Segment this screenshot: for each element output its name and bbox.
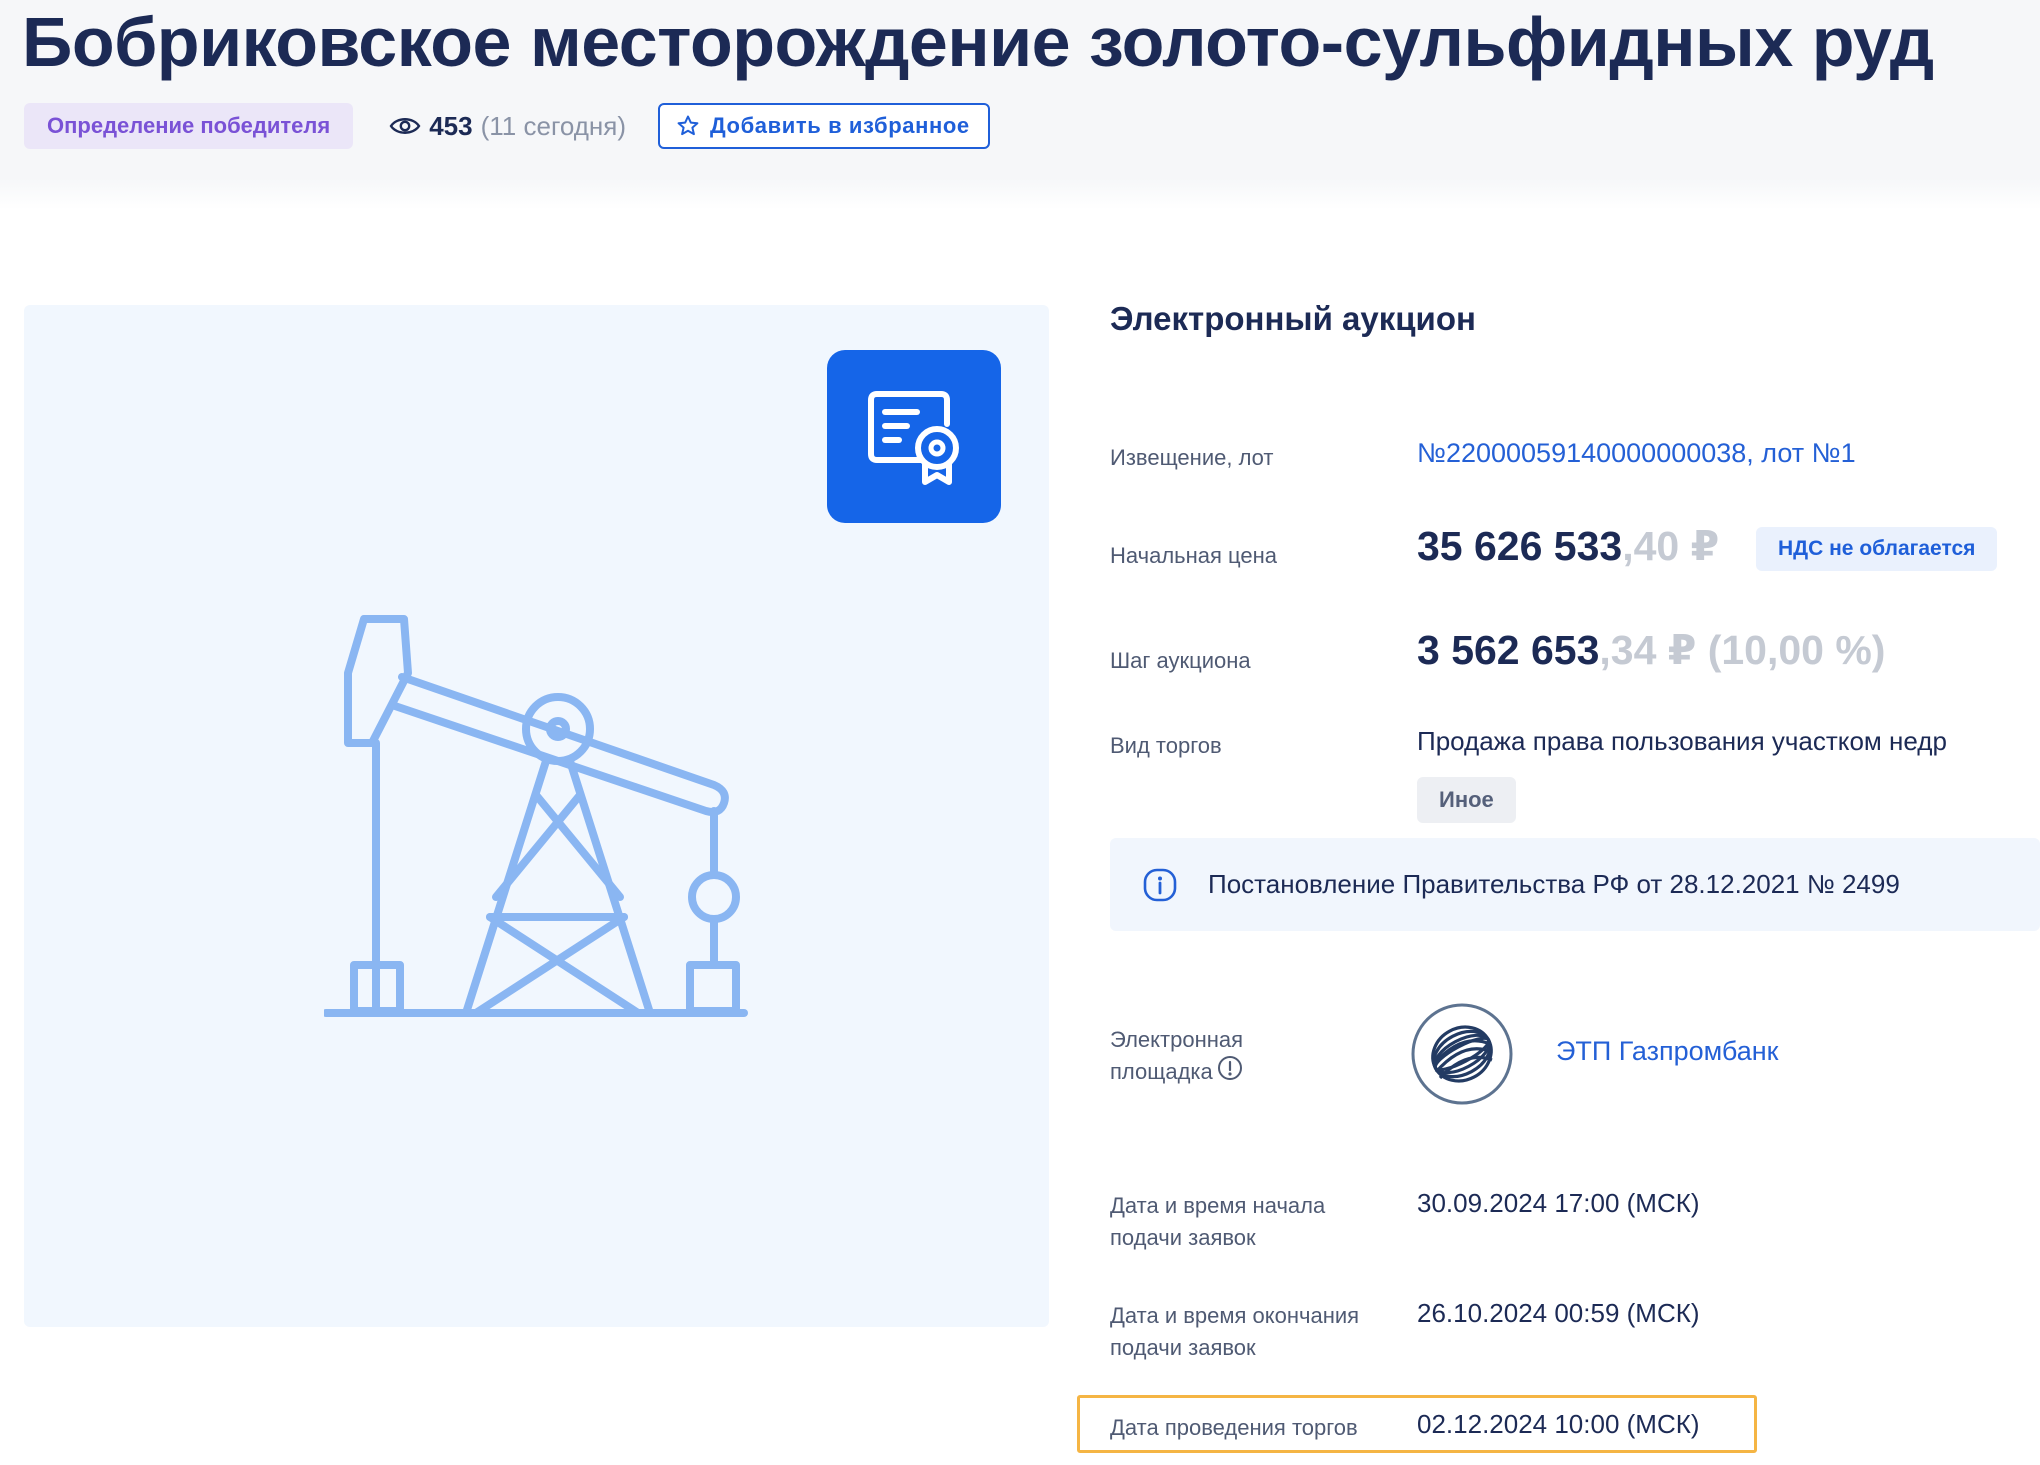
page-title: Бобриковское месторождение золото-сульфи… (22, 3, 1934, 81)
regulation-info-box: Постановление Правительства РФ от 28.12.… (1110, 838, 2040, 931)
application-end-label-line2: подачи заявок (1110, 1335, 1256, 1360)
auction-step-main: 3 562 653 (1417, 627, 1600, 673)
trade-date-highlight (1077, 1395, 1757, 1453)
start-price-fraction: ,40 ₽ (1622, 523, 1720, 569)
gazprombank-logo (1411, 1003, 1513, 1105)
auction-step-label: Шаг аукциона (1110, 648, 1251, 673)
application-end-value: 26.10.2024 00:59 (МСК) (1417, 1298, 1700, 1328)
notice-link[interactable]: №22000059140000000038, лот №1 (1417, 438, 1856, 469)
auction-type-heading: Электронный аукцион (1110, 300, 1476, 337)
vat-badge: НДС не облагается (1756, 527, 1998, 571)
start-price-label: Начальная цена (1110, 543, 1278, 568)
platform-label: Электронная площадка (1110, 1024, 1243, 1088)
oil-pump-icon (324, 615, 748, 1017)
auction-step-value: 3 562 653,34 ₽ (10,00 %) (1417, 626, 1885, 674)
eye-icon (389, 118, 421, 134)
certificate-category-badge (827, 350, 1001, 523)
add-to-favorites-label: Добавить в избранное (710, 113, 970, 138)
start-price-main: 35 626 533 (1417, 523, 1623, 569)
start-price-value: 35 626 533,40 ₽ (1417, 522, 1719, 570)
status-badge: Определение победителя (24, 103, 354, 149)
star-icon (677, 115, 699, 136)
application-start-label-line1: Дата и время начала (1110, 1193, 1326, 1218)
platform-link[interactable]: ЭТП Газпромбанк (1556, 1036, 1779, 1067)
lot-image-panel (24, 305, 1049, 1327)
trade-kind-value: Продажа права пользования участком недр (1417, 726, 1947, 756)
application-start-label-line2: подачи заявок (1110, 1225, 1256, 1250)
platform-label-line1: Электронная (1110, 1027, 1244, 1052)
trade-kind-tag: Иное (1417, 777, 1516, 823)
application-start-label: Дата и время начала подачи заявок (1110, 1190, 1325, 1254)
regulation-text: Постановление Правительства РФ от 28.12.… (1208, 869, 1900, 899)
application-end-label: Дата и время окончания подачи заявок (1110, 1300, 1359, 1364)
auction-step-fraction: ,34 ₽ (10,00 %) (1599, 627, 1886, 673)
views-count: 453 (429, 110, 473, 141)
platform-label-line2: площадка (1110, 1059, 1213, 1084)
info-icon[interactable] (1217, 1055, 1243, 1081)
certificate-icon (868, 390, 959, 485)
application-start-value: 30.09.2024 17:00 (МСК) (1417, 1188, 1700, 1218)
views-today: (11 сегодня) (480, 110, 627, 141)
views-counter: 453 (11 сегодня) (389, 111, 626, 142)
notice-label: Извещение, лот (1110, 445, 1274, 470)
info-icon (1143, 868, 1177, 901)
application-end-label-line1: Дата и время окончания (1110, 1303, 1360, 1328)
add-to-favorites-button[interactable]: Добавить в избранное (658, 103, 990, 149)
trade-kind-label: Вид торгов (1110, 733, 1222, 758)
meta-row: Определение победителя 453 (11 сегодня) … (24, 103, 990, 149)
platform-label-line2-row: площадка (1110, 1056, 1243, 1088)
